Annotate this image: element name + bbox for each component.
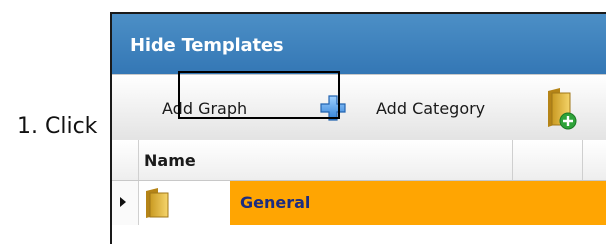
- category-name: General: [240, 193, 311, 212]
- step-instruction: 1. Click: [17, 114, 98, 139]
- grid-header: Name: [112, 140, 606, 181]
- panel-title: Hide Templates: [130, 35, 284, 56]
- hide-templates-panel: Hide Templates Add Graph Add Category Na…: [110, 12, 606, 244]
- column-divider: [512, 140, 513, 180]
- add-category-button[interactable]: Add Category: [376, 99, 485, 118]
- current-row-arrow-icon: [120, 197, 126, 207]
- column-header-name[interactable]: Name: [144, 151, 196, 170]
- table-row[interactable]: General: [112, 181, 606, 225]
- folder-icon: [146, 188, 169, 218]
- panel-titlebar: Hide Templates: [112, 14, 606, 74]
- row-header-corner: [112, 140, 139, 180]
- folder-add-icon[interactable]: [544, 87, 578, 131]
- click-highlight-box: [178, 71, 340, 119]
- column-divider: [582, 140, 583, 180]
- name-cell[interactable]: General: [230, 181, 606, 225]
- row-header: [112, 181, 139, 225]
